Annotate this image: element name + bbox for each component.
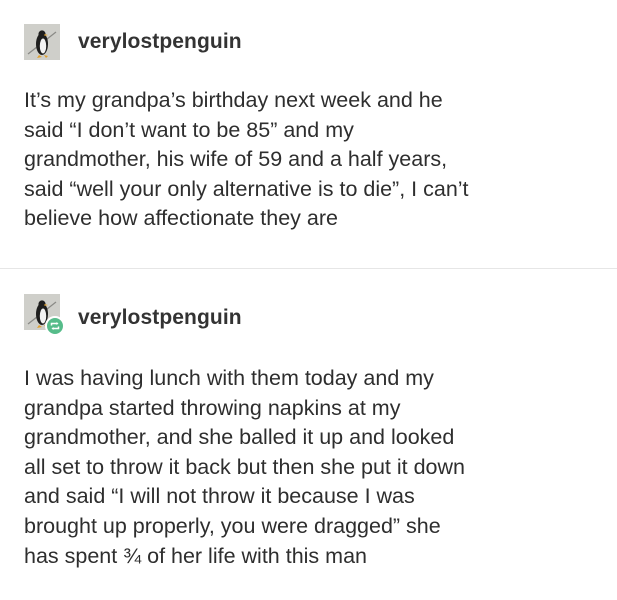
- post-text: It’s my grandpa’s birthday next week and…: [24, 88, 469, 231]
- username[interactable]: verylostpenguin: [78, 306, 242, 330]
- post-reblog: verylostpenguin I was having lunch with …: [0, 270, 617, 600]
- post-divider: [0, 268, 617, 269]
- post-original: verylostpenguin It’s my grandpa’s birthd…: [0, 0, 617, 268]
- username[interactable]: verylostpenguin: [78, 30, 242, 54]
- post-text: I was having lunch with them today and m…: [24, 366, 466, 568]
- reblog-icon: [45, 316, 65, 336]
- penguin-avatar-icon[interactable]: [24, 24, 60, 60]
